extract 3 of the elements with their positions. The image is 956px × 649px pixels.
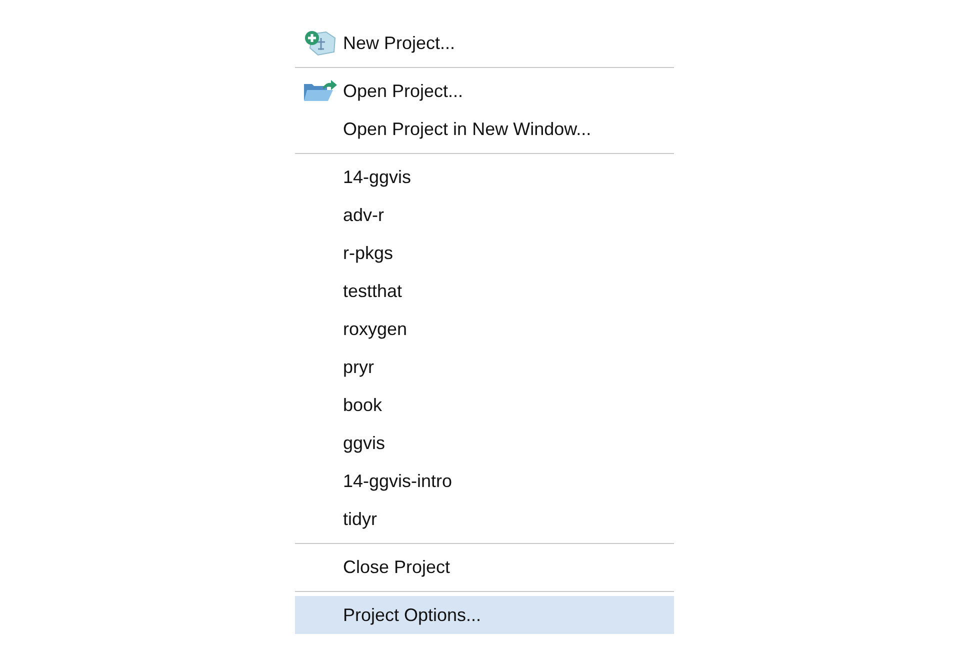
menu-item[interactable]: Project Options... <box>295 596 674 634</box>
open-folder-icon <box>303 80 337 102</box>
new-project-icon <box>304 30 336 56</box>
